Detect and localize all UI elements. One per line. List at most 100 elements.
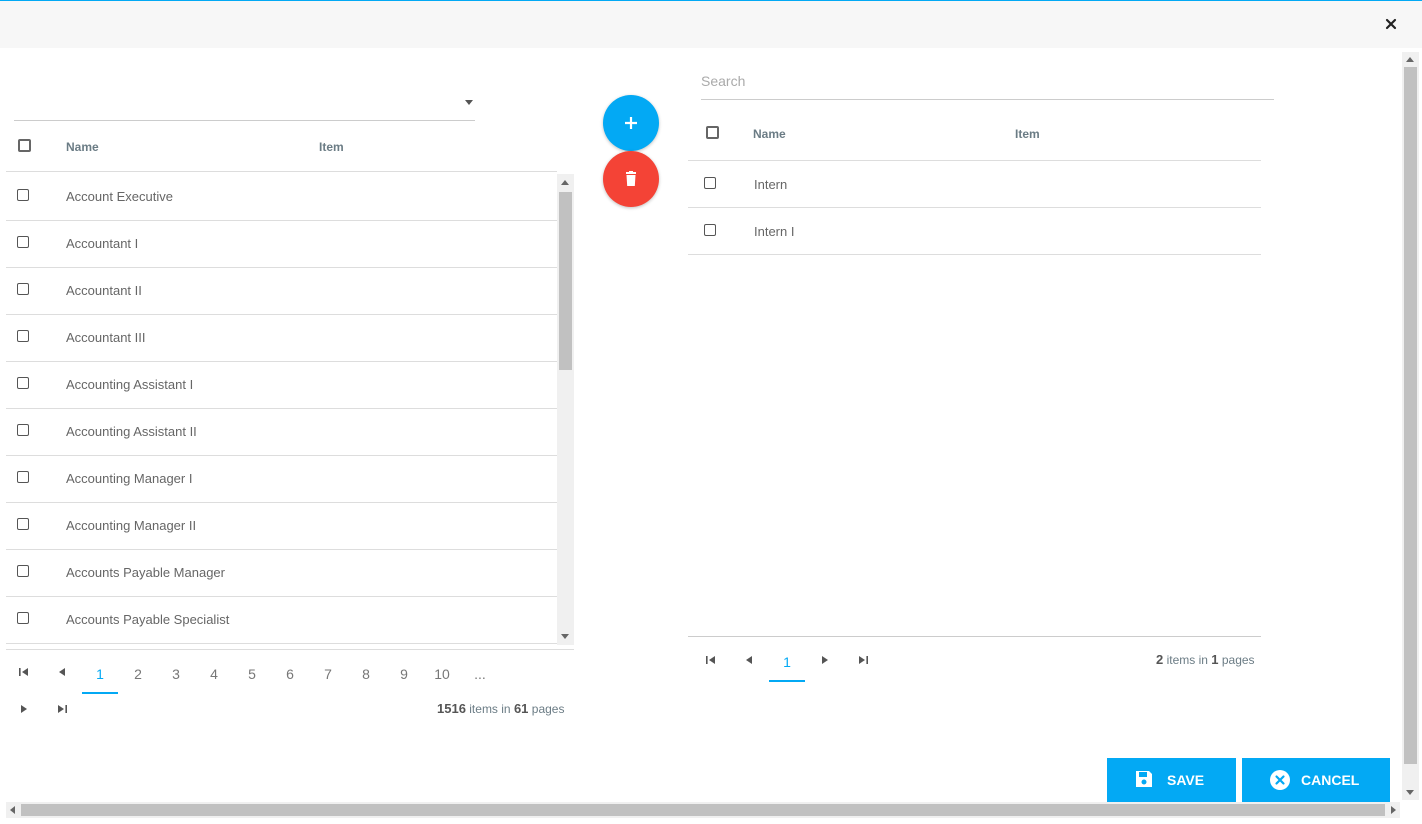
search-field[interactable] xyxy=(701,64,1274,100)
page-number[interactable]: ... xyxy=(462,654,498,694)
delete-button[interactable] xyxy=(603,151,659,207)
page-number[interactable]: 2 xyxy=(120,654,156,694)
scrollbar-thumb[interactable] xyxy=(559,192,572,370)
right-grid-header: Name Item xyxy=(688,110,1261,161)
row-checkbox[interactable] xyxy=(17,612,29,624)
cancel-button[interactable]: CANCEL xyxy=(1242,758,1390,802)
scrollbar-thumb[interactable] xyxy=(21,804,1385,816)
save-label: SAVE xyxy=(1167,772,1205,788)
first-page-icon xyxy=(706,656,715,664)
prev-page-icon xyxy=(746,656,752,664)
table-row[interactable]: Accountant I xyxy=(6,221,557,268)
close-icon xyxy=(1385,18,1397,30)
page-number[interactable]: 6 xyxy=(272,654,308,694)
prev-page-button[interactable] xyxy=(739,650,759,670)
page-number[interactable]: 1 xyxy=(769,642,805,682)
plus-icon xyxy=(625,117,637,129)
right-total-items: 2 xyxy=(1156,652,1164,667)
table-row[interactable]: Accounts Payable Manager xyxy=(6,550,557,597)
scroll-up-icon[interactable] xyxy=(561,180,569,185)
table-row[interactable]: Accounting Manager I xyxy=(6,456,557,503)
scroll-down-icon[interactable] xyxy=(1406,790,1414,795)
page-number[interactable]: 10 xyxy=(424,654,460,694)
row-checkbox[interactable] xyxy=(17,424,29,436)
page-number[interactable]: 7 xyxy=(310,654,346,694)
cancel-icon xyxy=(1270,770,1290,790)
table-row[interactable]: Accountant III xyxy=(6,315,557,362)
left-pager-info: 1516 items in 61 pages xyxy=(437,701,564,716)
save-button[interactable]: SAVE xyxy=(1107,758,1236,802)
trash-icon xyxy=(626,171,636,186)
page-number[interactable]: 5 xyxy=(234,654,270,694)
close-button[interactable] xyxy=(1381,14,1401,34)
first-page-button[interactable] xyxy=(701,650,721,670)
column-header-name[interactable]: Name xyxy=(66,140,99,154)
page-number[interactable]: 4 xyxy=(196,654,232,694)
row-checkbox[interactable] xyxy=(17,471,29,483)
scroll-up-icon[interactable] xyxy=(1406,57,1414,62)
prev-page-button[interactable] xyxy=(52,662,72,682)
search-input[interactable] xyxy=(701,64,1274,98)
items-in-label: items in xyxy=(1166,653,1208,667)
table-row[interactable]: Accounting Assistant I xyxy=(6,362,557,409)
row-name: Accounting Assistant I xyxy=(66,377,194,392)
page-number[interactable]: 1 xyxy=(82,654,118,694)
scroll-left-icon[interactable] xyxy=(10,806,15,814)
save-icon xyxy=(1136,771,1152,787)
scrollbar-thumb[interactable] xyxy=(1404,67,1417,764)
row-name: Intern I xyxy=(754,224,795,239)
next-page-button[interactable] xyxy=(14,699,34,719)
table-row[interactable]: Account Executive xyxy=(6,174,557,221)
row-name: Accounting Manager I xyxy=(66,471,193,486)
select-all-checkbox[interactable] xyxy=(706,126,719,139)
row-checkbox[interactable] xyxy=(17,518,29,530)
row-name: Accounts Payable Manager xyxy=(66,565,225,580)
row-checkbox[interactable] xyxy=(17,236,29,248)
table-row[interactable]: Accounting Manager II xyxy=(6,503,557,550)
left-grid-scrollbar[interactable] xyxy=(557,174,574,645)
row-name: Accountant II xyxy=(66,283,142,298)
page-number[interactable]: 3 xyxy=(158,654,194,694)
divider xyxy=(688,636,1261,637)
right-pager-info: 2 items in 1 pages xyxy=(1156,652,1255,667)
row-name: Account Executive xyxy=(66,189,173,204)
row-name: Accounts Payable Specialist xyxy=(66,612,230,627)
row-checkbox[interactable] xyxy=(704,224,716,236)
row-checkbox[interactable] xyxy=(17,377,29,389)
next-page-button[interactable] xyxy=(815,650,835,670)
next-page-icon xyxy=(822,656,828,664)
last-page-icon xyxy=(58,705,67,713)
last-page-button[interactable] xyxy=(853,650,873,670)
last-page-icon xyxy=(859,656,868,664)
table-row[interactable]: Accounts Payable Specialist xyxy=(6,597,557,644)
chevron-down-icon xyxy=(465,100,473,105)
scroll-down-icon[interactable] xyxy=(561,634,569,639)
page-number[interactable]: 9 xyxy=(386,654,422,694)
column-header-item[interactable]: Item xyxy=(1015,127,1040,141)
items-in-label: items in xyxy=(469,702,511,716)
table-row[interactable]: Accountant II xyxy=(6,268,557,315)
row-checkbox[interactable] xyxy=(704,177,716,189)
row-checkbox[interactable] xyxy=(17,283,29,295)
prev-page-icon xyxy=(59,668,65,676)
filter-dropdown[interactable] xyxy=(14,86,475,121)
row-name: Accounting Assistant II xyxy=(66,424,197,439)
add-button[interactable] xyxy=(603,95,659,151)
row-checkbox[interactable] xyxy=(17,189,29,201)
row-name: Accountant I xyxy=(66,236,139,251)
page-horizontal-scrollbar[interactable] xyxy=(6,802,1400,818)
page-vertical-scrollbar[interactable] xyxy=(1402,52,1419,800)
page-number[interactable]: 8 xyxy=(348,654,384,694)
column-header-name[interactable]: Name xyxy=(753,127,786,141)
last-page-button[interactable] xyxy=(52,699,72,719)
first-page-button[interactable] xyxy=(14,662,34,682)
row-checkbox[interactable] xyxy=(17,330,29,342)
scroll-right-icon[interactable] xyxy=(1391,806,1396,814)
column-header-item[interactable]: Item xyxy=(319,140,344,154)
table-row[interactable]: Intern I xyxy=(688,208,1261,255)
row-checkbox[interactable] xyxy=(17,565,29,577)
table-row[interactable]: Intern xyxy=(688,161,1261,208)
first-page-icon xyxy=(19,668,28,676)
table-row[interactable]: Accounting Assistant II xyxy=(6,409,557,456)
select-all-checkbox[interactable] xyxy=(18,139,31,152)
